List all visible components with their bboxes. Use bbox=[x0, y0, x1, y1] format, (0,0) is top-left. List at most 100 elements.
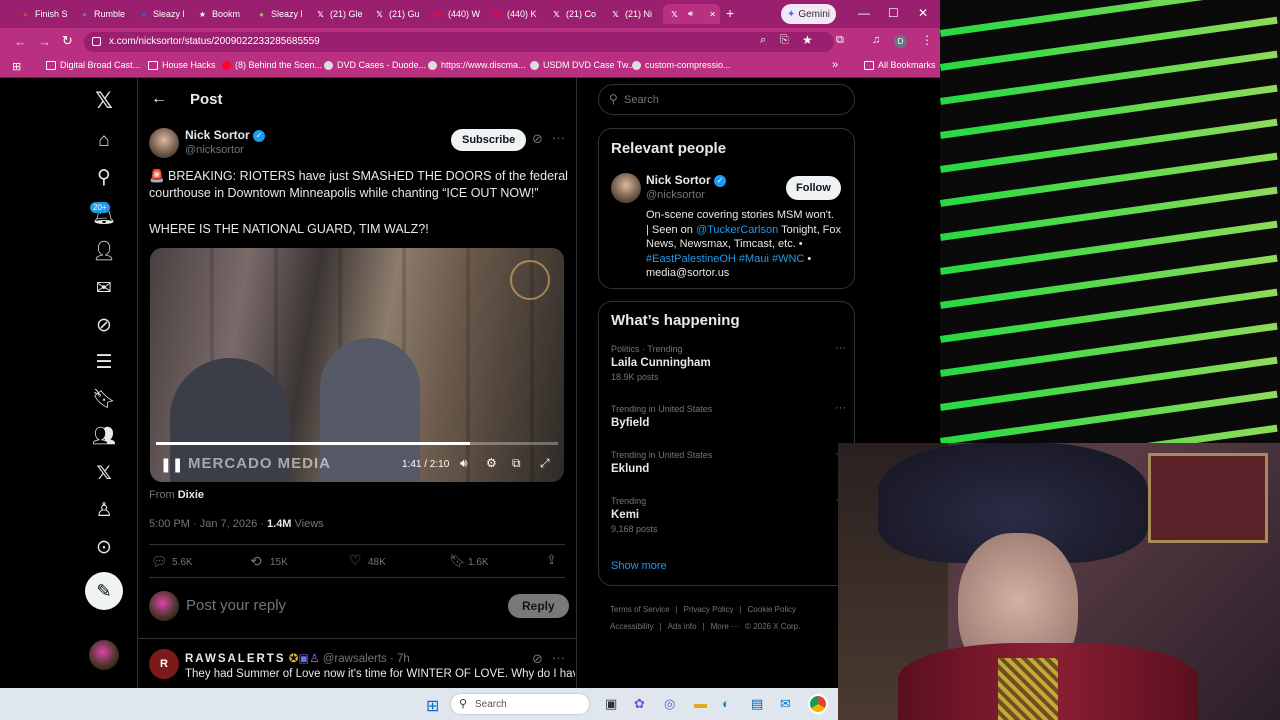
footer-link[interactable]: Ads info bbox=[668, 622, 697, 631]
bookmark-item[interactable]: custom-compressio... bbox=[632, 60, 731, 70]
author-avatar[interactable] bbox=[149, 128, 179, 158]
browser-tab[interactable]: ▶ (440) W bbox=[427, 4, 484, 24]
footer-link[interactable]: Accessibility bbox=[610, 622, 654, 631]
reload-icon[interactable]: ↻ bbox=[62, 33, 73, 49]
pip-icon[interactable]: ⧉ bbox=[512, 456, 521, 471]
person-handle[interactable]: @nicksortor bbox=[646, 189, 705, 201]
trend-item[interactable]: Politics · Trending Laila Cunningham 18.9K… bbox=[611, 342, 846, 388]
audio-playing-icon[interactable]: 🔊︎ bbox=[688, 9, 693, 19]
browser-tab[interactable]: ● Rumble bbox=[73, 4, 130, 24]
forward-icon[interactable]: → bbox=[38, 34, 51, 49]
bookmark-item[interactable]: (8) Behind the Scen... bbox=[222, 60, 322, 70]
edge-icon[interactable]: ◐ bbox=[722, 696, 730, 711]
gemini-button[interactable]: ✦ Gemini bbox=[781, 4, 836, 24]
explore-icon[interactable]: ⚲ bbox=[91, 164, 117, 190]
back-icon[interactable]: ← bbox=[14, 34, 27, 49]
zoom-icon[interactable]: ⌕ bbox=[760, 34, 766, 47]
pause-icon[interactable]: ❚❚ bbox=[160, 456, 183, 473]
new-tab-button[interactable]: + bbox=[726, 5, 734, 21]
bookmark-item[interactable]: https://www.discma... bbox=[428, 60, 526, 70]
more-options-icon[interactable]: ··· bbox=[552, 650, 565, 665]
bookmark-icon[interactable]: 🔖︎ bbox=[449, 553, 466, 569]
follow-button[interactable]: Follow bbox=[786, 176, 841, 200]
more-options-icon[interactable]: ··· bbox=[835, 342, 846, 354]
more-options-icon[interactable]: ··· bbox=[835, 402, 846, 414]
menu-icon[interactable]: ⋮ bbox=[921, 33, 933, 47]
screenshot-icon[interactable]: ⧉ bbox=[836, 34, 844, 47]
browser-tab[interactable]: 𝕏 (21) Gu bbox=[368, 4, 425, 24]
video-player[interactable]: ❚❚ MERCADO MEDIA 1:41 / 2:10 🔊︎ ⚙ ⧉ ⤢ bbox=[150, 248, 564, 482]
browser-tab[interactable]: ● Sleazy l bbox=[250, 4, 307, 24]
person-avatar[interactable] bbox=[611, 173, 641, 203]
bio-link[interactable]: @TuckerCarlson bbox=[696, 224, 778, 236]
taskbar-search[interactable]: ⚲ Search bbox=[450, 693, 590, 715]
person-name-row[interactable]: Nick Sortor ✓ bbox=[646, 173, 727, 187]
footer-link[interactable]: More ··· bbox=[711, 622, 739, 631]
close-icon[interactable]: ✕ bbox=[918, 6, 928, 20]
video-progress-track[interactable] bbox=[156, 442, 558, 445]
share-icon[interactable]: ⇪ bbox=[546, 552, 557, 568]
copilot-icon[interactable]: ✿ bbox=[634, 696, 645, 712]
profile-icon[interactable]: ♙ bbox=[91, 497, 117, 523]
more-bookmarks-icon[interactable]: » bbox=[832, 59, 838, 71]
file-explorer-icon[interactable]: ▬ bbox=[694, 696, 707, 711]
trend-item[interactable]: Trending in United States Byfield ··· bbox=[611, 402, 846, 448]
browser-tab[interactable]: 𝕏 (21) Ni bbox=[604, 4, 661, 24]
apps-icon[interactable]: ⊞ bbox=[12, 60, 21, 73]
x-logo-icon[interactable]: 𝕏 bbox=[91, 88, 117, 114]
all-bookmarks[interactable]: All Bookmarks bbox=[864, 60, 936, 70]
browser-tab[interactable]: 𝕏 🔊︎ ✕ bbox=[663, 4, 720, 24]
fullscreen-icon[interactable]: ⤢ bbox=[540, 456, 550, 471]
start-icon[interactable]: ⊞ bbox=[426, 696, 439, 716]
footer-link[interactable]: Terms of Service bbox=[610, 605, 670, 614]
browser-tab[interactable]: ▶ (440) K bbox=[486, 4, 543, 24]
task-view-icon[interactable]: ▣ bbox=[605, 696, 617, 712]
subscribe-button[interactable]: Subscribe bbox=[451, 129, 527, 151]
bookmarks-icon[interactable]: 🔖︎ bbox=[91, 386, 117, 412]
url-field[interactable]: x.com/nicksortor/status/2009022233285685… bbox=[84, 32, 834, 52]
reply-author-avatar[interactable]: R bbox=[149, 649, 179, 679]
grok-icon[interactable]: ⊘ bbox=[91, 312, 117, 338]
more-icon[interactable]: ⊙ bbox=[91, 534, 117, 560]
search-input[interactable]: ⚲ Search bbox=[598, 84, 855, 115]
author-handle[interactable]: @nicksortor bbox=[185, 144, 244, 156]
footer-link[interactable]: Cookie Policy bbox=[748, 605, 796, 614]
premium-icon[interactable]: 𝕏 bbox=[91, 460, 117, 486]
bookmark-item[interactable]: Digital Broad Cast... bbox=[46, 60, 140, 70]
minimize-icon[interactable]: — bbox=[858, 6, 870, 20]
reply-input[interactable]: Post your reply bbox=[186, 597, 286, 614]
show-more-link[interactable]: Show more bbox=[611, 560, 667, 572]
profile-avatar[interactable]: D bbox=[894, 35, 907, 48]
chrome-icon[interactable] bbox=[808, 694, 828, 714]
grok-explain-icon[interactable]: ⊘ bbox=[532, 651, 543, 667]
like-icon[interactable]: ♡ bbox=[349, 552, 362, 569]
volume-icon[interactable]: 🔊︎ bbox=[460, 456, 468, 471]
bio-hashtags[interactable]: #EastPalestineOH #Maui #WNC bbox=[646, 253, 804, 265]
browser-tab[interactable]: 𝕏 (21) Co bbox=[545, 4, 602, 24]
account-avatar[interactable] bbox=[89, 640, 119, 670]
site-info-icon[interactable] bbox=[92, 37, 101, 46]
bookmark-star-icon[interactable]: ★ bbox=[802, 33, 813, 47]
mail-icon[interactable]: ✉ bbox=[780, 696, 791, 712]
repost-icon[interactable]: ⟲ bbox=[250, 553, 262, 570]
trend-item[interactable]: Trending in United StatesEklund··· bbox=[611, 448, 846, 494]
reply-button[interactable]: Reply bbox=[508, 594, 569, 618]
messages-icon[interactable]: ✉ bbox=[91, 275, 117, 301]
reply-author-row[interactable]: RAWSALERTS ✪▣♙ @rawsalerts · 7h bbox=[185, 651, 410, 665]
browser-tab[interactable]: ● Finish S bbox=[14, 4, 71, 24]
media-icon[interactable]: ♫ bbox=[872, 34, 880, 46]
compose-post-button[interactable]: ✎ bbox=[85, 572, 123, 610]
browser-tab[interactable]: ★ Bookm bbox=[191, 4, 248, 24]
reply-icon[interactable]: 💬︎ bbox=[151, 554, 168, 570]
bookmark-item[interactable]: DVD Cases - Duode... bbox=[324, 60, 426, 70]
more-options-icon[interactable]: ··· bbox=[552, 130, 565, 145]
settings-icon[interactable]: ⚙ bbox=[486, 456, 497, 470]
author-name-row[interactable]: Nick Sortor ✓ bbox=[185, 128, 266, 142]
grok-explain-icon[interactable]: ⊘ bbox=[532, 131, 543, 147]
follow-icon[interactable]: 👤︎ bbox=[91, 238, 117, 264]
close-tab-icon[interactable]: ✕ bbox=[709, 10, 716, 19]
bookmark-item[interactable]: House Hacks bbox=[148, 60, 216, 70]
install-icon[interactable]: ⎘ bbox=[780, 34, 789, 47]
maximize-icon[interactable]: ☐ bbox=[888, 6, 899, 20]
footer-link[interactable]: © 2026 X Corp. bbox=[745, 622, 800, 631]
